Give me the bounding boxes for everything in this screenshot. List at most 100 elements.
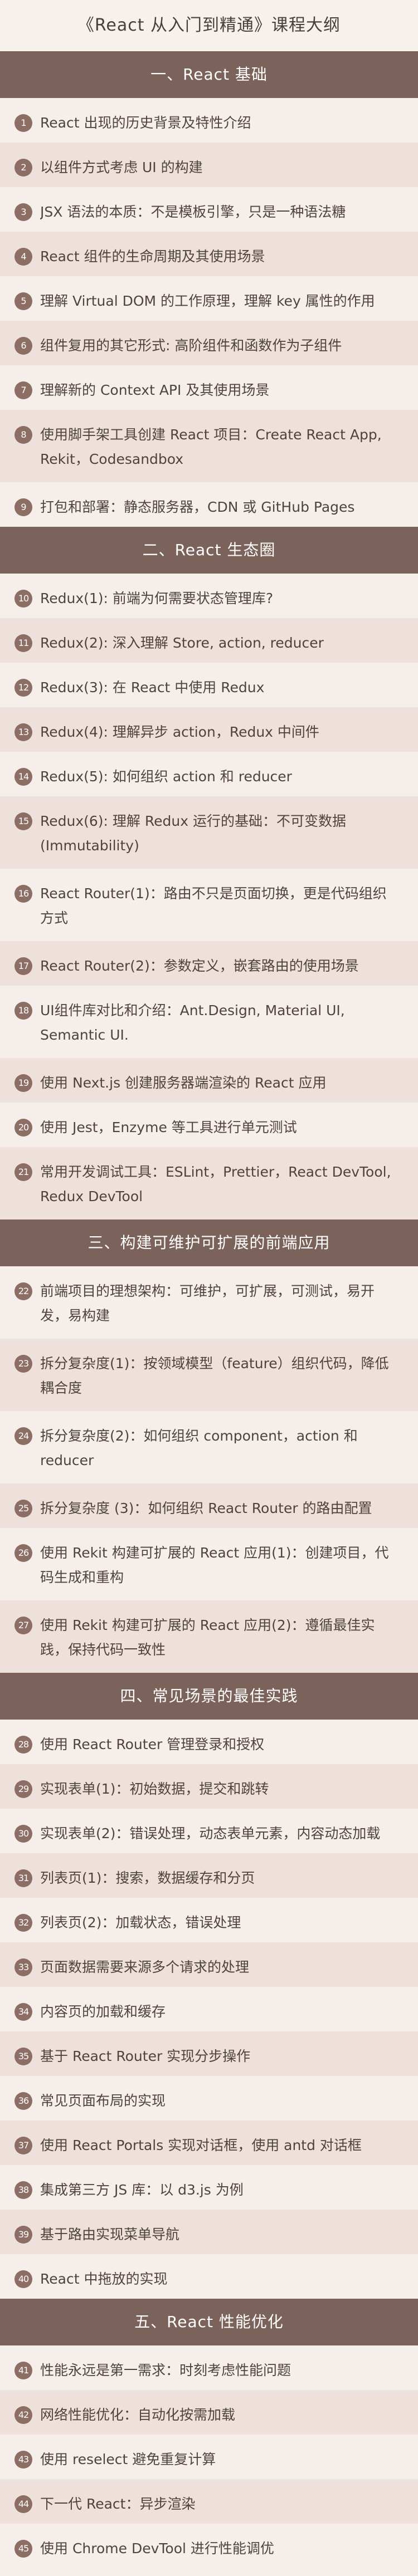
item-number-badge: 29 <box>14 1780 32 1798</box>
item-text: Redux(4): 理解异步 action，Redux 中间件 <box>40 724 319 740</box>
item-number-badge: 3 <box>14 203 32 221</box>
outline-item: 32 列表页(2)：加载状态，错误处理 <box>0 1898 418 1942</box>
item-number-badge: 11 <box>14 634 32 652</box>
item-text: 组件复用的其它形式: 高阶组件和函数作为子组件 <box>40 337 342 354</box>
item-text: 前端项目的理想架构：可维护，可扩展，可测试，易开发，易构建 <box>40 1283 375 1324</box>
item-text: 使用 React Portals 实现对话框，使用 antd 对话框 <box>40 2137 362 2153</box>
item-number-badge: 38 <box>14 2181 32 2199</box>
outline-item: 23 拆分复杂度(1)：按领域模型（feature）组织代码，降低耦合度 <box>0 1339 418 1411</box>
item-number-badge: 12 <box>14 679 32 697</box>
item-number-badge: 37 <box>14 2137 32 2154</box>
item-text: React 中拖放的实现 <box>40 2271 168 2287</box>
outline-item: 4 React 组件的生命周期及其使用场景 <box>0 232 418 276</box>
item-text: Redux(3): 在 React 中使用 Redux <box>40 679 265 696</box>
outline-item: 16 React Router(1)：路由不只是页面切换，更是代码组织方式 <box>0 869 418 941</box>
outline-item: 43 使用 reselect 避免重复计算 <box>0 2435 418 2479</box>
item-number-badge: 34 <box>14 2003 32 2021</box>
outline-item: 35 基于 React Router 实现分步操作 <box>0 2031 418 2076</box>
item-text: 使用 React Router 管理登录和授权 <box>40 1736 265 1752</box>
outline-item: 6 组件复用的其它形式: 高阶组件和函数作为子组件 <box>0 321 418 365</box>
outline-item: 38 集成第三方 JS 库：以 d3.js 为例 <box>0 2165 418 2210</box>
outline-item: 37 使用 React Portals 实现对话框，使用 antd 对话框 <box>0 2120 418 2165</box>
item-text: 拆分复杂度(1)：按领域模型（feature）组织代码，降低耦合度 <box>40 1355 389 1396</box>
item-text: UI组件库对比和介绍：Ant.Design, Material UI, Sema… <box>40 1002 345 1043</box>
outline-item: 42 网络性能优化：自动化按需加载 <box>0 2390 418 2435</box>
outline-item: 29 实现表单(1)：初始数据，提交和跳转 <box>0 1764 418 1809</box>
item-number-badge: 10 <box>14 590 32 608</box>
outline-item: 24 拆分复杂度(2)：如何组织 component，action 和 reduc… <box>0 1411 418 1483</box>
item-number-badge: 8 <box>14 426 32 444</box>
item-number-badge: 22 <box>14 1282 32 1300</box>
outline-item: 28 使用 React Router 管理登录和授权 <box>0 1720 418 1764</box>
course-outline-page: 《React 从入门到精通》课程大纲 一、React 基础 1 React 出现的历… <box>0 0 418 2576</box>
item-text: 页面数据需要来源多个请求的处理 <box>40 1959 250 1975</box>
outline-item: 19 使用 Next.js 创建服务器端渲染的 React 应用 <box>0 1058 418 1103</box>
item-number-badge: 27 <box>14 1617 32 1634</box>
outline-item: 20 使用 Jest，Enzyme 等工具进行单元测试 <box>0 1103 418 1147</box>
outline: 一、React 基础 1 React 出现的历史背景及特性介绍 2 以组件方式考虑 UI… <box>0 51 418 2568</box>
item-text: 内容页的加载和缓存 <box>40 2004 166 2020</box>
item-number-badge: 1 <box>14 114 32 132</box>
item-text: 使用 reselect 避免重复计算 <box>40 2451 216 2467</box>
outline-item: 18 UI组件库对比和介绍：Ant.Design, Material UI, Se… <box>0 986 418 1058</box>
item-number-badge: 24 <box>14 1427 32 1445</box>
item-number-badge: 25 <box>14 1500 32 1517</box>
item-number-badge: 26 <box>14 1544 32 1562</box>
item-text: React Router(1)：路由不只是页面切换，更是代码组织方式 <box>40 885 387 926</box>
item-text: Redux(6): 理解 Redux 运行的基础：不可变数据 (Immutabi… <box>40 813 346 854</box>
item-text: 拆分复杂度 (3)：如何组织 React Router 的路由配置 <box>40 1500 372 1516</box>
item-number-badge: 42 <box>14 2406 32 2424</box>
item-number-badge: 23 <box>14 1355 32 1373</box>
outline-item: 1 React 出现的历史背景及特性介绍 <box>0 98 418 143</box>
item-text: Redux(2): 深入理解 Store, action, reducer <box>40 635 324 651</box>
item-text: 使用 Chrome DevTool 进行性能调优 <box>40 2540 274 2557</box>
item-number-badge: 7 <box>14 381 32 399</box>
item-number-badge: 30 <box>14 1825 32 1843</box>
outline-item: 17 React Router(2)：参数定义，嵌套路由的使用场景 <box>0 941 418 986</box>
item-number-badge: 39 <box>14 2226 32 2244</box>
item-number-badge: 5 <box>14 292 32 310</box>
item-text: 集成第三方 JS 库：以 d3.js 为例 <box>40 2182 244 2198</box>
section-header: 二、React 生态圈 <box>0 527 418 574</box>
item-number-badge: 31 <box>14 1869 32 1887</box>
item-number-badge: 43 <box>14 2451 32 2469</box>
item-text: 常见页面布局的实现 <box>40 2093 166 2109</box>
item-text: Redux(5): 如何组织 action 和 reducer <box>40 768 292 785</box>
outline-item: 3 JSX 语法的本质：不是模板引擎，只是一种语法糖 <box>0 187 418 232</box>
outline-item: 22 前端项目的理想架构：可维护，可扩展，可测试，易开发，易构建 <box>0 1266 418 1339</box>
section-header: 三、构建可维护可扩展的前端应用 <box>0 1220 418 1266</box>
item-number-badge: 19 <box>14 1074 32 1092</box>
outline-item: 12 Redux(3): 在 React 中使用 Redux <box>0 663 418 707</box>
item-text: 使用 Rekit 构建可扩展的 React 应用(1)：创建项目，代码生成和重构 <box>40 1545 389 1585</box>
item-text: 列表页(1)：搜索，数据缓存和分页 <box>40 1870 255 1886</box>
item-number-badge: 2 <box>14 159 32 177</box>
item-text: 使用 Rekit 构建可扩展的 React 应用(2)：遵循最佳实践，保持代码一… <box>40 1617 375 1658</box>
outline-item: 33 页面数据需要来源多个请求的处理 <box>0 1942 418 1987</box>
item-number-badge: 16 <box>14 885 32 903</box>
outline-item: 41 性能永远是第一需求：时刻考虑性能问题 <box>0 2345 418 2390</box>
outline-item: 5 理解 Virtual DOM 的工作原理，理解 key 属性的作用 <box>0 276 418 321</box>
outline-item: 31 列表页(1)：搜索，数据缓存和分页 <box>0 1853 418 1898</box>
item-number-badge: 6 <box>14 337 32 355</box>
item-text: 基于路由实现菜单导航 <box>40 2226 180 2242</box>
item-number-badge: 33 <box>14 1958 32 1976</box>
outline-item: 45 使用 Chrome DevTool 进行性能调优 <box>0 2524 418 2568</box>
item-number-badge: 18 <box>14 1002 32 1020</box>
item-number-badge: 45 <box>14 2540 32 2558</box>
item-text: 常用开发调试工具：ESLint，Prettier，React DevTool, … <box>40 1164 391 1204</box>
page-title: 《React 从入门到精通》课程大纲 <box>0 0 418 51</box>
outline-item: 14 Redux(5): 如何组织 action 和 reducer <box>0 752 418 796</box>
outline-item: 30 实现表单(2)：错误处理，动态表单元素，内容动态加载 <box>0 1809 418 1853</box>
item-text: 列表页(2)：加载状态，错误处理 <box>40 1914 241 1931</box>
item-text: 理解新的 Context API 及其使用场景 <box>40 382 270 398</box>
item-text: 基于 React Router 实现分步操作 <box>40 2048 251 2064</box>
item-text: Redux(1): 前端为何需要状态管理库? <box>40 590 274 606</box>
outline-item: 11 Redux(2): 深入理解 Store, action, reducer <box>0 618 418 663</box>
item-number-badge: 4 <box>14 248 32 266</box>
item-text: React 组件的生命周期及其使用场景 <box>40 248 265 265</box>
item-number-badge: 44 <box>14 2495 32 2513</box>
outline-item: 13 Redux(4): 理解异步 action，Redux 中间件 <box>0 707 418 752</box>
outline-item: 36 常见页面布局的实现 <box>0 2076 418 2120</box>
outline-item: 2 以组件方式考虑 UI 的构建 <box>0 143 418 187</box>
item-number-badge: 15 <box>14 812 32 830</box>
